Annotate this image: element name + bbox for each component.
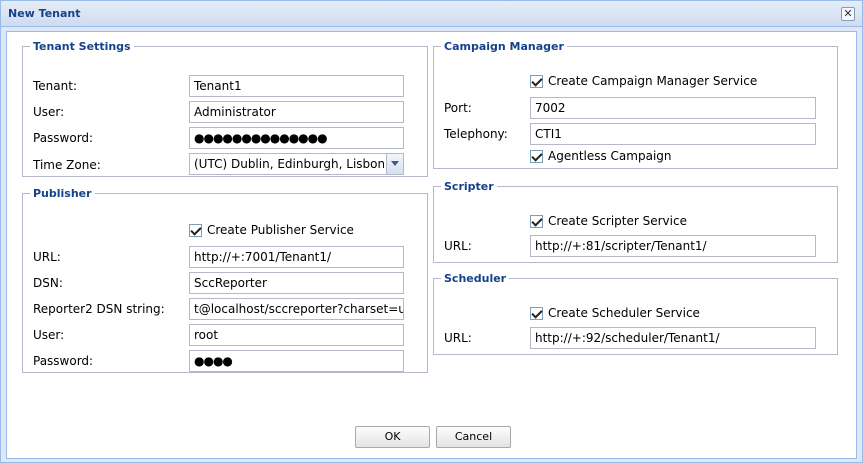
scheduler-legend: Scheduler — [444, 272, 507, 285]
agentless-campaign-checkbox[interactable]: Agentless Campaign — [530, 149, 672, 163]
publisher-section: Publisher Create Publisher Service URL: … — [22, 187, 428, 373]
publisher-url-label: URL: — [33, 250, 61, 264]
tenant-settings-section: Tenant Settings Tenant: Tenant1 User: Ad… — [22, 40, 428, 177]
port-input[interactable]: 7002 — [530, 97, 816, 119]
scripter-url-label: URL: — [444, 239, 472, 253]
create-scheduler-checkbox[interactable]: Create Scheduler Service — [530, 306, 700, 320]
dsn-input[interactable]: SccReporter — [189, 272, 404, 294]
password-input[interactable]: ●●●●●●●●●●●●●● — [189, 127, 404, 149]
publisher-user-label: User: — [33, 328, 65, 342]
checkbox-checked-icon[interactable] — [530, 306, 543, 320]
scheduler-section: Scheduler Create Scheduler Service URL: … — [433, 272, 838, 355]
create-scripter-checkbox[interactable]: Create Scripter Service — [530, 214, 687, 228]
time-zone-select[interactable]: (UTC) Dublin, Edinburgh, Lisbon, London — [189, 153, 404, 175]
create-scripter-label: Create Scripter Service — [548, 214, 687, 228]
publisher-url-input[interactable]: http://+:7001/Tenant1/ — [189, 246, 404, 268]
dialog-title: New Tenant — [8, 7, 81, 20]
scripter-section: Scripter Create Scripter Service URL: ht… — [433, 180, 838, 263]
agentless-campaign-label: Agentless Campaign — [548, 149, 672, 163]
password-label: Password: — [33, 131, 94, 145]
telephony-input[interactable]: CTI1 — [530, 123, 816, 145]
checkbox-checked-icon[interactable] — [189, 223, 202, 237]
checkbox-checked-icon[interactable] — [530, 149, 543, 163]
reporter2-dsn-input[interactable]: t@localhost/sccreporter?charset=utf8 — [189, 298, 404, 320]
create-campaign-manager-checkbox[interactable]: Create Campaign Manager Service — [530, 74, 757, 88]
create-campaign-manager-label: Create Campaign Manager Service — [548, 74, 758, 88]
create-publisher-label: Create Publisher Service — [207, 223, 354, 237]
user-input[interactable]: Administrator — [189, 101, 404, 123]
user-label: User: — [33, 105, 65, 119]
publisher-user-input[interactable]: root — [189, 324, 404, 346]
cancel-button[interactable]: Cancel — [436, 426, 511, 448]
scripter-url-input[interactable]: http://+:81/scripter/Tenant1/ — [530, 235, 816, 257]
dsn-label: DSN: — [33, 276, 63, 290]
create-publisher-checkbox[interactable]: Create Publisher Service — [189, 223, 354, 237]
campaign-manager-section: Campaign Manager Create Campaign Manager… — [433, 40, 838, 169]
ok-button[interactable]: OK — [355, 426, 430, 448]
chevron-down-icon[interactable] — [386, 154, 403, 174]
publisher-password-label: Password: — [33, 354, 94, 368]
port-label: Port: — [444, 101, 472, 115]
reporter2-dsn-label: Reporter2 DSN string: — [33, 302, 165, 316]
publisher-password-input[interactable]: ●●●● — [189, 350, 404, 372]
dialog-titlebar[interactable]: New Tenant ✕ — [1, 1, 862, 27]
create-scheduler-label: Create Scheduler Service — [548, 306, 700, 320]
checkbox-checked-icon[interactable] — [530, 214, 543, 228]
new-tenant-dialog: New Tenant ✕ Tenant Settings Tenant: Ten… — [0, 0, 863, 463]
telephony-label: Telephony: — [444, 127, 508, 141]
checkbox-checked-icon[interactable] — [530, 74, 543, 88]
scheduler-url-input[interactable]: http://+:92/scheduler/Tenant1/ — [530, 327, 816, 349]
scripter-legend: Scripter — [444, 180, 494, 193]
close-icon[interactable]: ✕ — [841, 7, 855, 21]
scheduler-url-label: URL: — [444, 331, 472, 345]
time-zone-label: Time Zone: — [33, 158, 101, 172]
tenant-label: Tenant: — [33, 79, 77, 93]
time-zone-value: (UTC) Dublin, Edinburgh, Lisbon, London — [194, 157, 384, 171]
tenant-input[interactable]: Tenant1 — [189, 75, 404, 97]
tenant-settings-legend: Tenant Settings — [33, 40, 131, 53]
campaign-manager-legend: Campaign Manager — [444, 40, 564, 53]
publisher-legend: Publisher — [33, 187, 92, 200]
dialog-body: Tenant Settings Tenant: Tenant1 User: Ad… — [6, 31, 857, 459]
